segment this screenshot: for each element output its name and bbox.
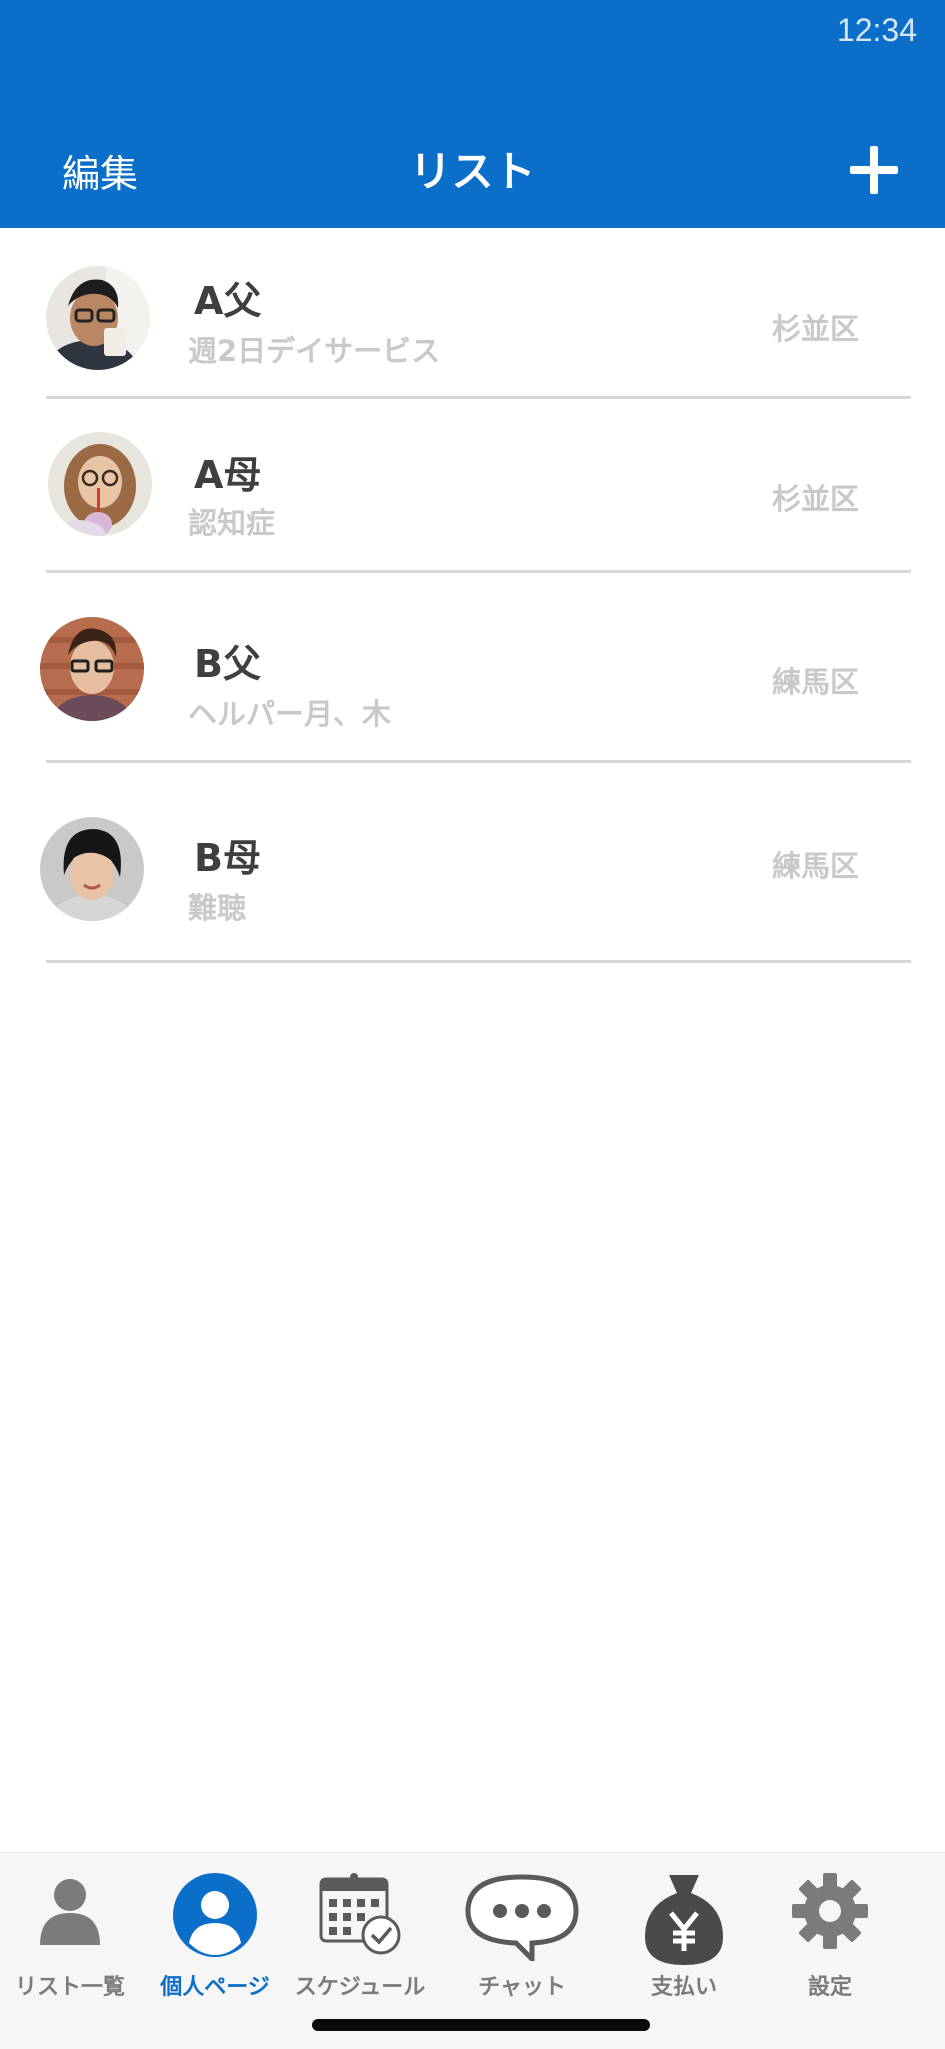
person-ward: 杉並区 <box>771 482 859 516</box>
page-title: リスト <box>409 147 536 196</box>
nav-header: 12:34 編集 リスト <box>0 0 945 228</box>
list-item[interactable]: A父 週2日デイサービス 杉並区 <box>0 228 945 400</box>
divider <box>46 396 911 399</box>
list-item[interactable]: B父 ヘルパー月、木 練馬区 <box>0 575 945 765</box>
avatar <box>40 617 144 721</box>
divider <box>46 570 911 573</box>
person-name: B父 <box>194 642 261 686</box>
money-bag-icon <box>609 1871 759 1967</box>
tab-settings[interactable]: 設定 <box>755 1853 905 2003</box>
tab-label: スケジュール <box>294 1975 426 2000</box>
avatar <box>48 432 152 536</box>
divider <box>46 760 911 763</box>
list-item[interactable]: A母 認知症 杉並区 <box>0 400 945 575</box>
tab-label: チャット <box>478 1975 566 2000</box>
person-detail: 難聴 <box>188 891 247 925</box>
person-icon <box>0 1871 145 1967</box>
person-ward: 杉並区 <box>771 312 859 346</box>
avatar <box>40 817 144 921</box>
tab-label: リスト一覧 <box>14 1975 125 2000</box>
calendar-check-icon <box>285 1871 435 1967</box>
tab-chat[interactable]: チャット <box>447 1853 597 2003</box>
tab-label: 支払い <box>650 1975 717 2000</box>
plus-icon[interactable] <box>850 146 898 194</box>
person-detail: 認知症 <box>188 506 276 540</box>
home-indicator[interactable] <box>312 2019 650 2031</box>
tab-label: 個人ページ <box>160 1975 270 2000</box>
person-ward: 練馬区 <box>771 665 859 699</box>
tab-schedule[interactable]: スケジュール <box>285 1853 435 2003</box>
person-name: B母 <box>194 836 261 880</box>
divider <box>46 960 911 963</box>
tab-list[interactable]: リスト一覧 <box>0 1853 145 2003</box>
tab-label: 設定 <box>807 1975 852 2000</box>
person-detail: 週2日デイサービス <box>188 334 441 368</box>
avatar <box>46 266 150 370</box>
status-time: 12:34 <box>836 12 917 48</box>
person-name: A母 <box>194 453 262 497</box>
tab-payment[interactable]: 支払い <box>609 1853 759 2003</box>
tab-profile[interactable]: 個人ページ <box>140 1853 290 2003</box>
person-detail: ヘルパー月、木 <box>188 697 392 731</box>
person-name: A父 <box>194 279 262 323</box>
person-ward: 練馬区 <box>771 849 859 883</box>
gear-icon <box>755 1871 905 1967</box>
chat-bubble-icon <box>447 1871 597 1967</box>
list-item[interactable]: B母 難聴 練馬区 <box>0 765 945 965</box>
profile-circle-icon <box>140 1871 290 1967</box>
